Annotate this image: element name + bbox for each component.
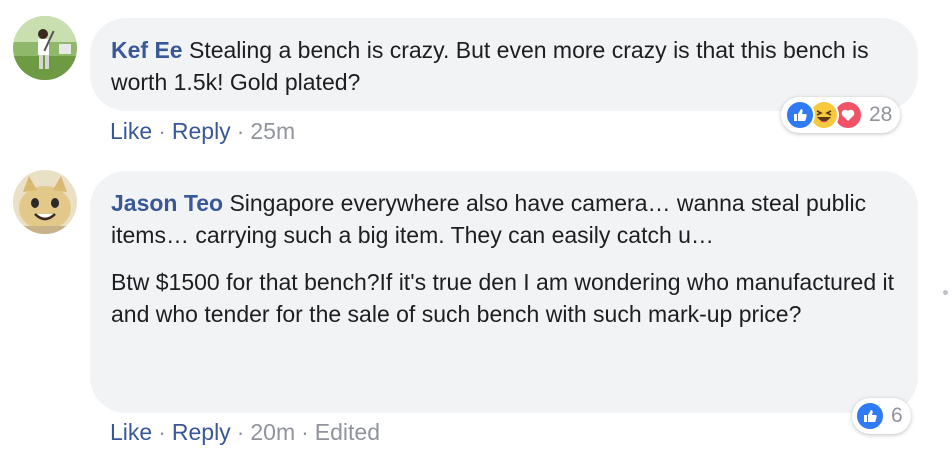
separator: · (236, 118, 245, 144)
like-reaction-icon (855, 401, 885, 431)
reaction-count: 28 (869, 103, 893, 126)
comment-bubble: Jason Teo Singapore everywhere also have… (90, 171, 918, 413)
separator: · (236, 419, 245, 445)
reactions-summary[interactable]: 28 (781, 97, 901, 133)
separator: · (301, 419, 309, 445)
more-options-icon[interactable] (943, 290, 948, 295)
comment-text: Btw $1500 for that bench?If it's true de… (111, 269, 895, 327)
avatar-jason-teo[interactable] (13, 170, 77, 234)
comment-text: Stealing a bench is crazy. But even more… (111, 37, 869, 95)
separator: · (158, 118, 166, 144)
comment-actions: Like · Reply · 20m · Edited (110, 418, 380, 446)
comment-text: Singapore everywhere also have camera… w… (111, 190, 867, 248)
like-reaction-icon (785, 100, 815, 130)
reactions-summary[interactable]: 6 (852, 398, 911, 434)
like-button[interactable]: Like (110, 118, 152, 144)
separator: · (158, 419, 166, 445)
reply-button[interactable]: Reply (172, 118, 231, 144)
comment-actions: Like · Reply · 25m (110, 117, 295, 145)
comment-author[interactable]: Jason Teo (111, 190, 223, 216)
like-button[interactable]: Like (110, 419, 152, 445)
reaction-count: 6 (891, 404, 903, 427)
reply-button[interactable]: Reply (172, 419, 231, 445)
comment-author[interactable]: Kef Ee (111, 37, 183, 63)
timestamp[interactable]: 25m (250, 118, 295, 144)
avatar-kef-ee[interactable] (13, 16, 77, 80)
timestamp[interactable]: 20m (250, 419, 295, 445)
edited-label[interactable]: Edited (315, 419, 380, 445)
